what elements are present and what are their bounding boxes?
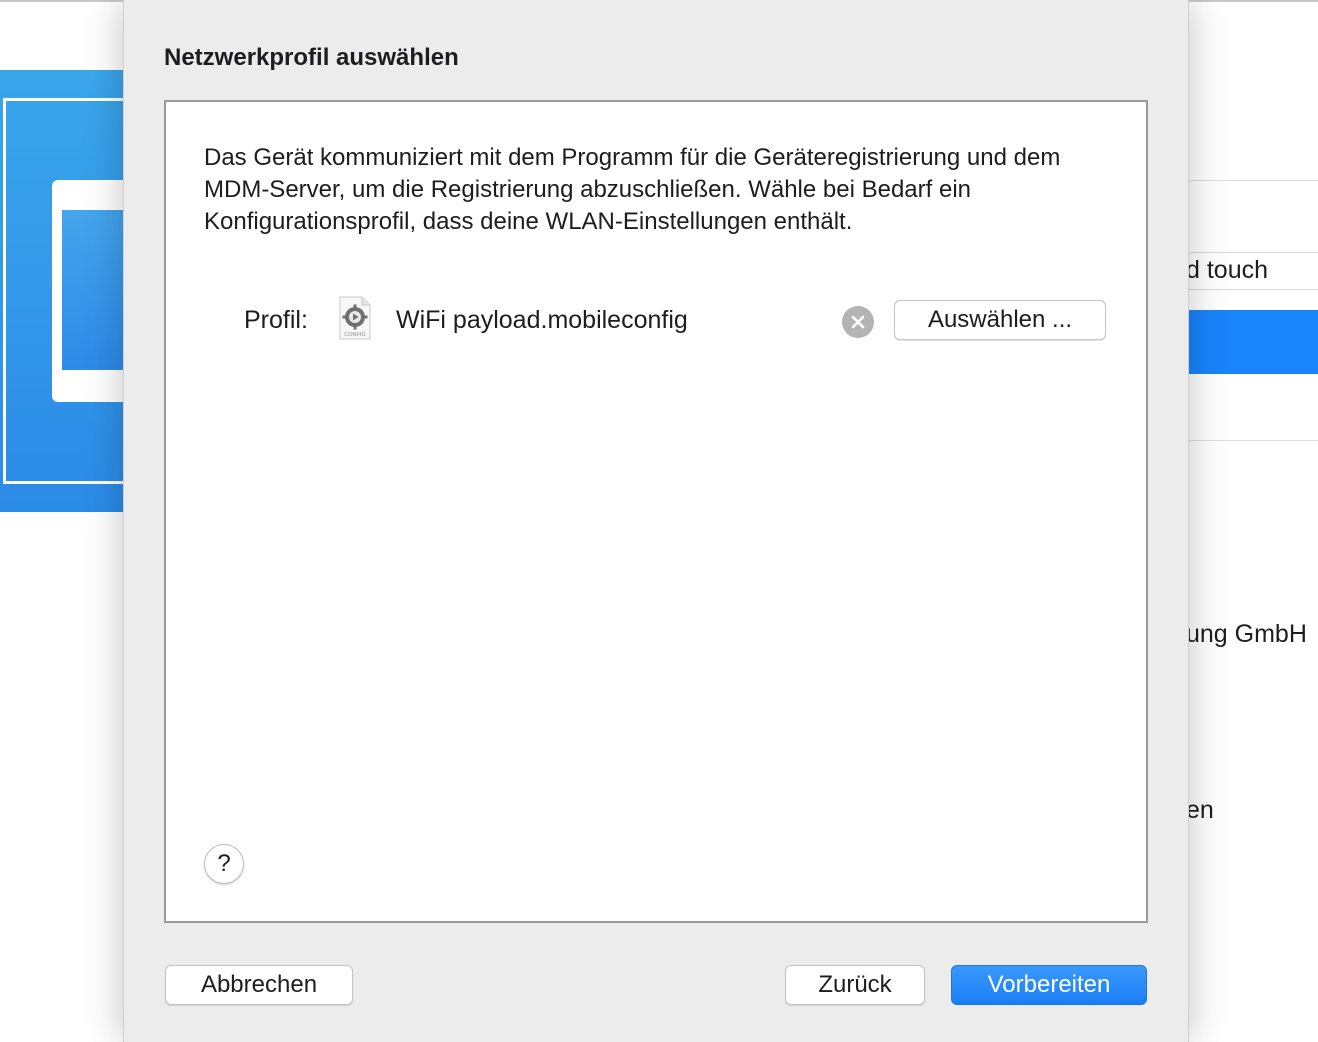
background-text-organization: ung GmbH [1186,620,1307,648]
divider [1186,180,1318,181]
prepare-button[interactable]: Vorbereiten [951,965,1147,1005]
content-box: Das Gerät kommuniziert mit dem Programm … [164,100,1148,923]
cancel-button[interactable]: Abbrechen [165,965,353,1005]
profile-row: Profil: CONFIG WiFi payload.mobileconfig [166,296,1150,346]
background-text-misc: en [1186,796,1214,824]
sheet-title: Netzwerkprofil auswählen [164,44,459,71]
clear-profile-button[interactable] [842,306,874,338]
help-button[interactable]: ? [204,844,244,884]
config-icon-label: CONFIG [344,332,365,338]
profile-filename: WiFi payload.mobileconfig [396,306,688,334]
device-illustration [0,70,132,512]
description-text: Das Gerät kommuniziert mit dem Programm … [204,144,1061,235]
close-icon [851,315,865,329]
divider [1186,440,1318,441]
profile-label: Profil: [244,306,308,334]
background-selected-row [1186,310,1318,374]
select-profile-button[interactable]: Auswählen ... [894,300,1106,340]
background-text-device: d touch [1186,256,1269,284]
back-button[interactable]: Zurück [785,965,925,1005]
config-file-icon: CONFIG [339,296,371,340]
select-network-profile-sheet: Netzwerkprofil auswählen Das Gerät kommu… [124,0,1188,1042]
